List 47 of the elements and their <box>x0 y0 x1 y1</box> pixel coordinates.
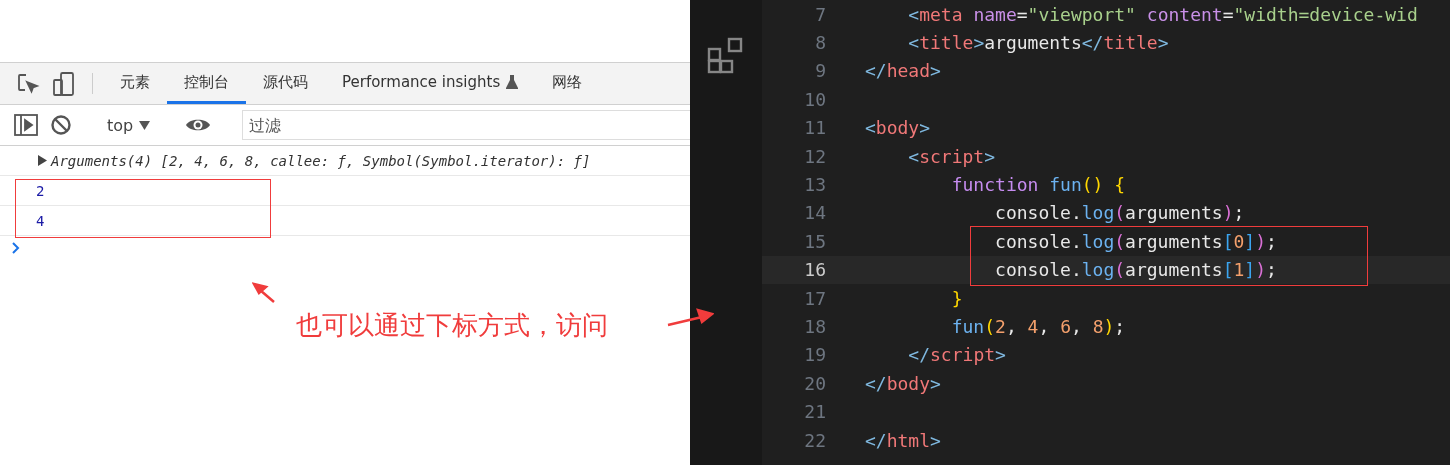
console-value: 4 <box>0 206 690 236</box>
expand-icon[interactable] <box>38 155 47 166</box>
line-number: 16 <box>803 259 826 281</box>
extensions-icon[interactable] <box>707 37 745 75</box>
code-line: console.log(arguments); <box>994 202 1245 224</box>
line-number: 8 <box>814 32 826 54</box>
code-line: <title>arguments</title> <box>907 32 1169 54</box>
line-number: 17 <box>803 287 826 309</box>
code-line: <script> <box>907 145 996 167</box>
line-number: 10 <box>803 88 826 110</box>
code-line: console.log(arguments[1]); <box>994 259 1277 281</box>
line-number: 7 <box>814 3 826 25</box>
line-number: 15 <box>803 230 826 252</box>
console-value: 2 <box>0 176 690 206</box>
prompt-icon <box>12 242 20 254</box>
line-number: 18 <box>803 316 826 337</box>
code-line: console.log(arguments[0]); <box>994 230 1277 252</box>
line-number: 22 <box>803 429 826 451</box>
arrow-icon <box>666 308 714 328</box>
line-number: 9 <box>814 60 826 82</box>
devtools-tab[interactable]: 控制台 <box>167 63 246 104</box>
console-object[interactable]: Arguments(4) [2, 4, 6, 8, callee: ƒ, Symbol(Symbol.iterator): ƒ] <box>0 146 690 176</box>
caret-icon <box>139 120 151 130</box>
arrow-icon <box>252 282 276 304</box>
devtools-tab[interactable]: 网络 <box>535 63 600 104</box>
devtools-tab[interactable]: Performance insights <box>325 63 536 104</box>
code-line: function fun() { <box>950 174 1126 196</box>
code-line: } <box>950 287 963 309</box>
context-dropdown[interactable]: top <box>99 115 159 135</box>
annotation-text: 也可以通过下标方式，访问 <box>296 309 608 342</box>
code-line: </head> <box>865 60 941 82</box>
code-line: <body> <box>865 117 931 139</box>
devtools-tab[interactable]: 元素 <box>103 63 167 104</box>
line-number: 13 <box>803 174 826 196</box>
code-line: <meta name="viewport" content="width=device-wid <box>907 3 1418 25</box>
devtools-tab[interactable]: 源代码 <box>246 63 325 104</box>
line-number: 14 <box>803 202 826 224</box>
line-number: 20 <box>803 372 826 394</box>
line-number: 21 <box>803 401 826 423</box>
code-line: </body> <box>865 372 941 394</box>
line-number: 11 <box>803 117 826 139</box>
code-line: </html> <box>865 429 941 451</box>
filter-field[interactable]: 过滤 <box>242 110 690 140</box>
code-line: </script> <box>907 344 1006 366</box>
line-number: 12 <box>803 145 826 167</box>
code-line: fun(2, 4, 6, 8); <box>950 316 1126 337</box>
line-number: 19 <box>803 344 826 366</box>
